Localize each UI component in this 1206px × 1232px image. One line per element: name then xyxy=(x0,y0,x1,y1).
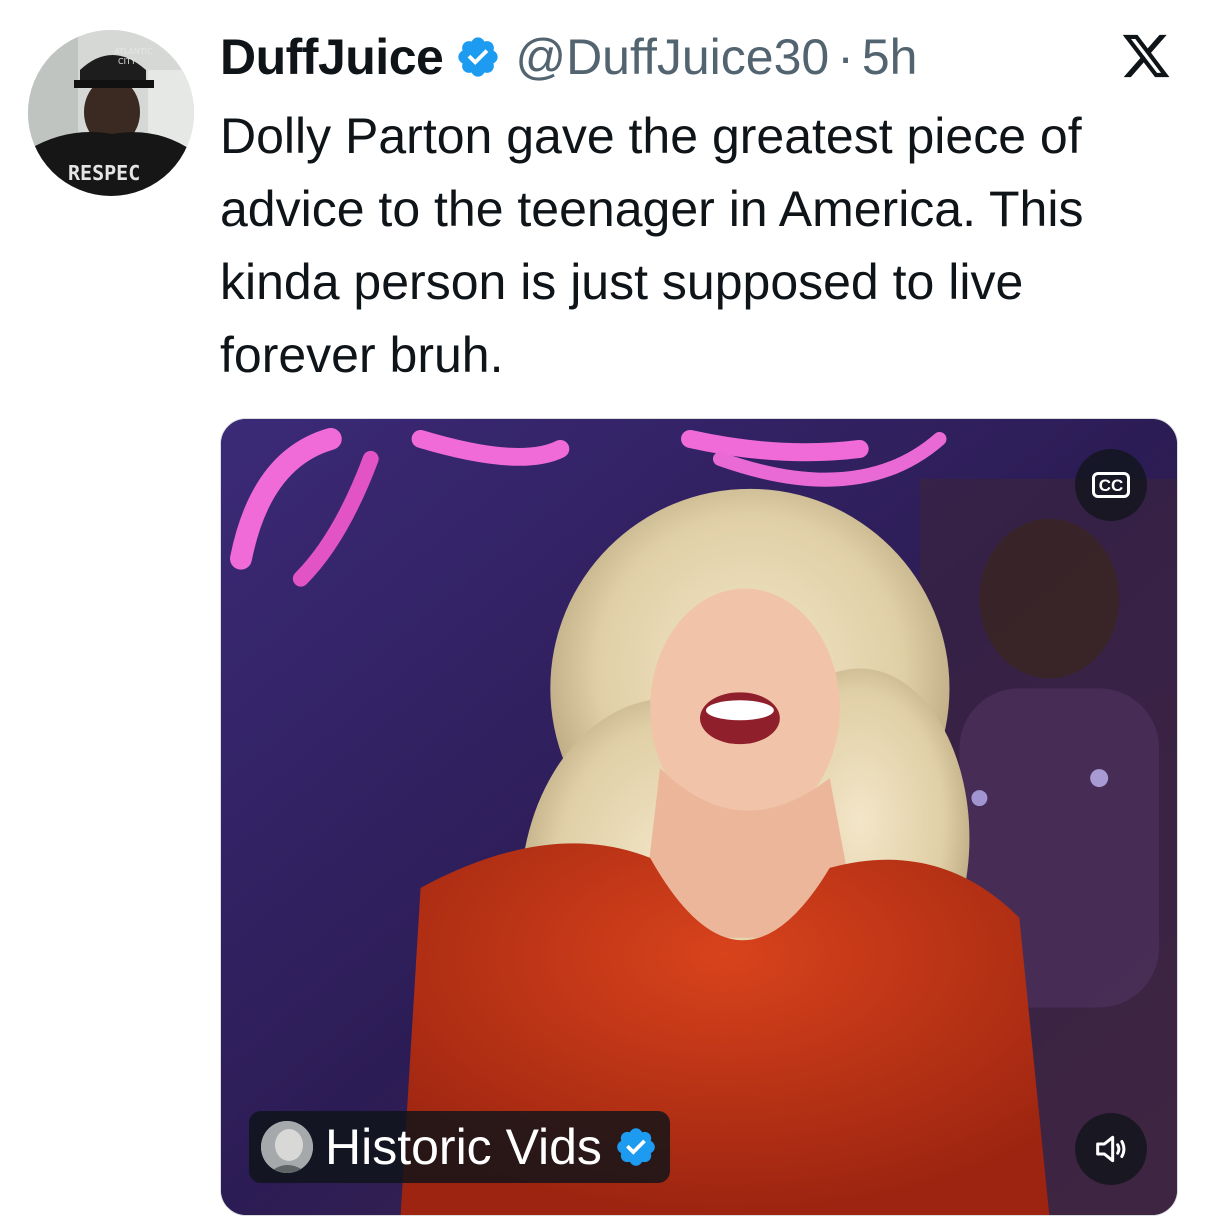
captions-button[interactable]: CC xyxy=(1075,449,1147,521)
svg-text:RESPEC: RESPEC xyxy=(68,161,140,185)
svg-text:ATLANTIC: ATLANTIC xyxy=(114,47,153,56)
video-frame xyxy=(221,419,1177,1215)
source-name: Historic Vids xyxy=(325,1119,602,1175)
tweet-header: DuffJuice @DuffJuice30 · 5h xyxy=(220,28,918,86)
user-avatar-photo: RESPEC ATLANTIC CITY xyxy=(28,30,194,196)
x-logo-icon[interactable] xyxy=(1118,30,1174,82)
tweet-text: Dolly Parton gave the greatest piece of … xyxy=(220,108,1084,383)
captions-icon: CC xyxy=(1091,472,1131,498)
volume-icon xyxy=(1096,1135,1126,1163)
source-avatar xyxy=(261,1121,313,1173)
separator-dot: · xyxy=(837,29,854,85)
author-handle[interactable]: @DuffJuice30 xyxy=(515,28,829,86)
author-display-name[interactable]: DuffJuice xyxy=(220,28,444,86)
video-source-attribution[interactable]: Historic Vids xyxy=(249,1111,670,1183)
tweet-timestamp[interactable]: 5h xyxy=(862,28,918,86)
volume-button[interactable] xyxy=(1075,1113,1147,1185)
source-verified-badge-icon xyxy=(617,1128,655,1166)
source-avatar-photo xyxy=(261,1121,313,1173)
video-player[interactable]: CC Historic Vids xyxy=(220,418,1178,1216)
verified-badge-icon xyxy=(458,37,498,77)
author-avatar[interactable]: RESPEC ATLANTIC CITY xyxy=(28,30,194,196)
svg-text:CITY: CITY xyxy=(118,57,136,66)
